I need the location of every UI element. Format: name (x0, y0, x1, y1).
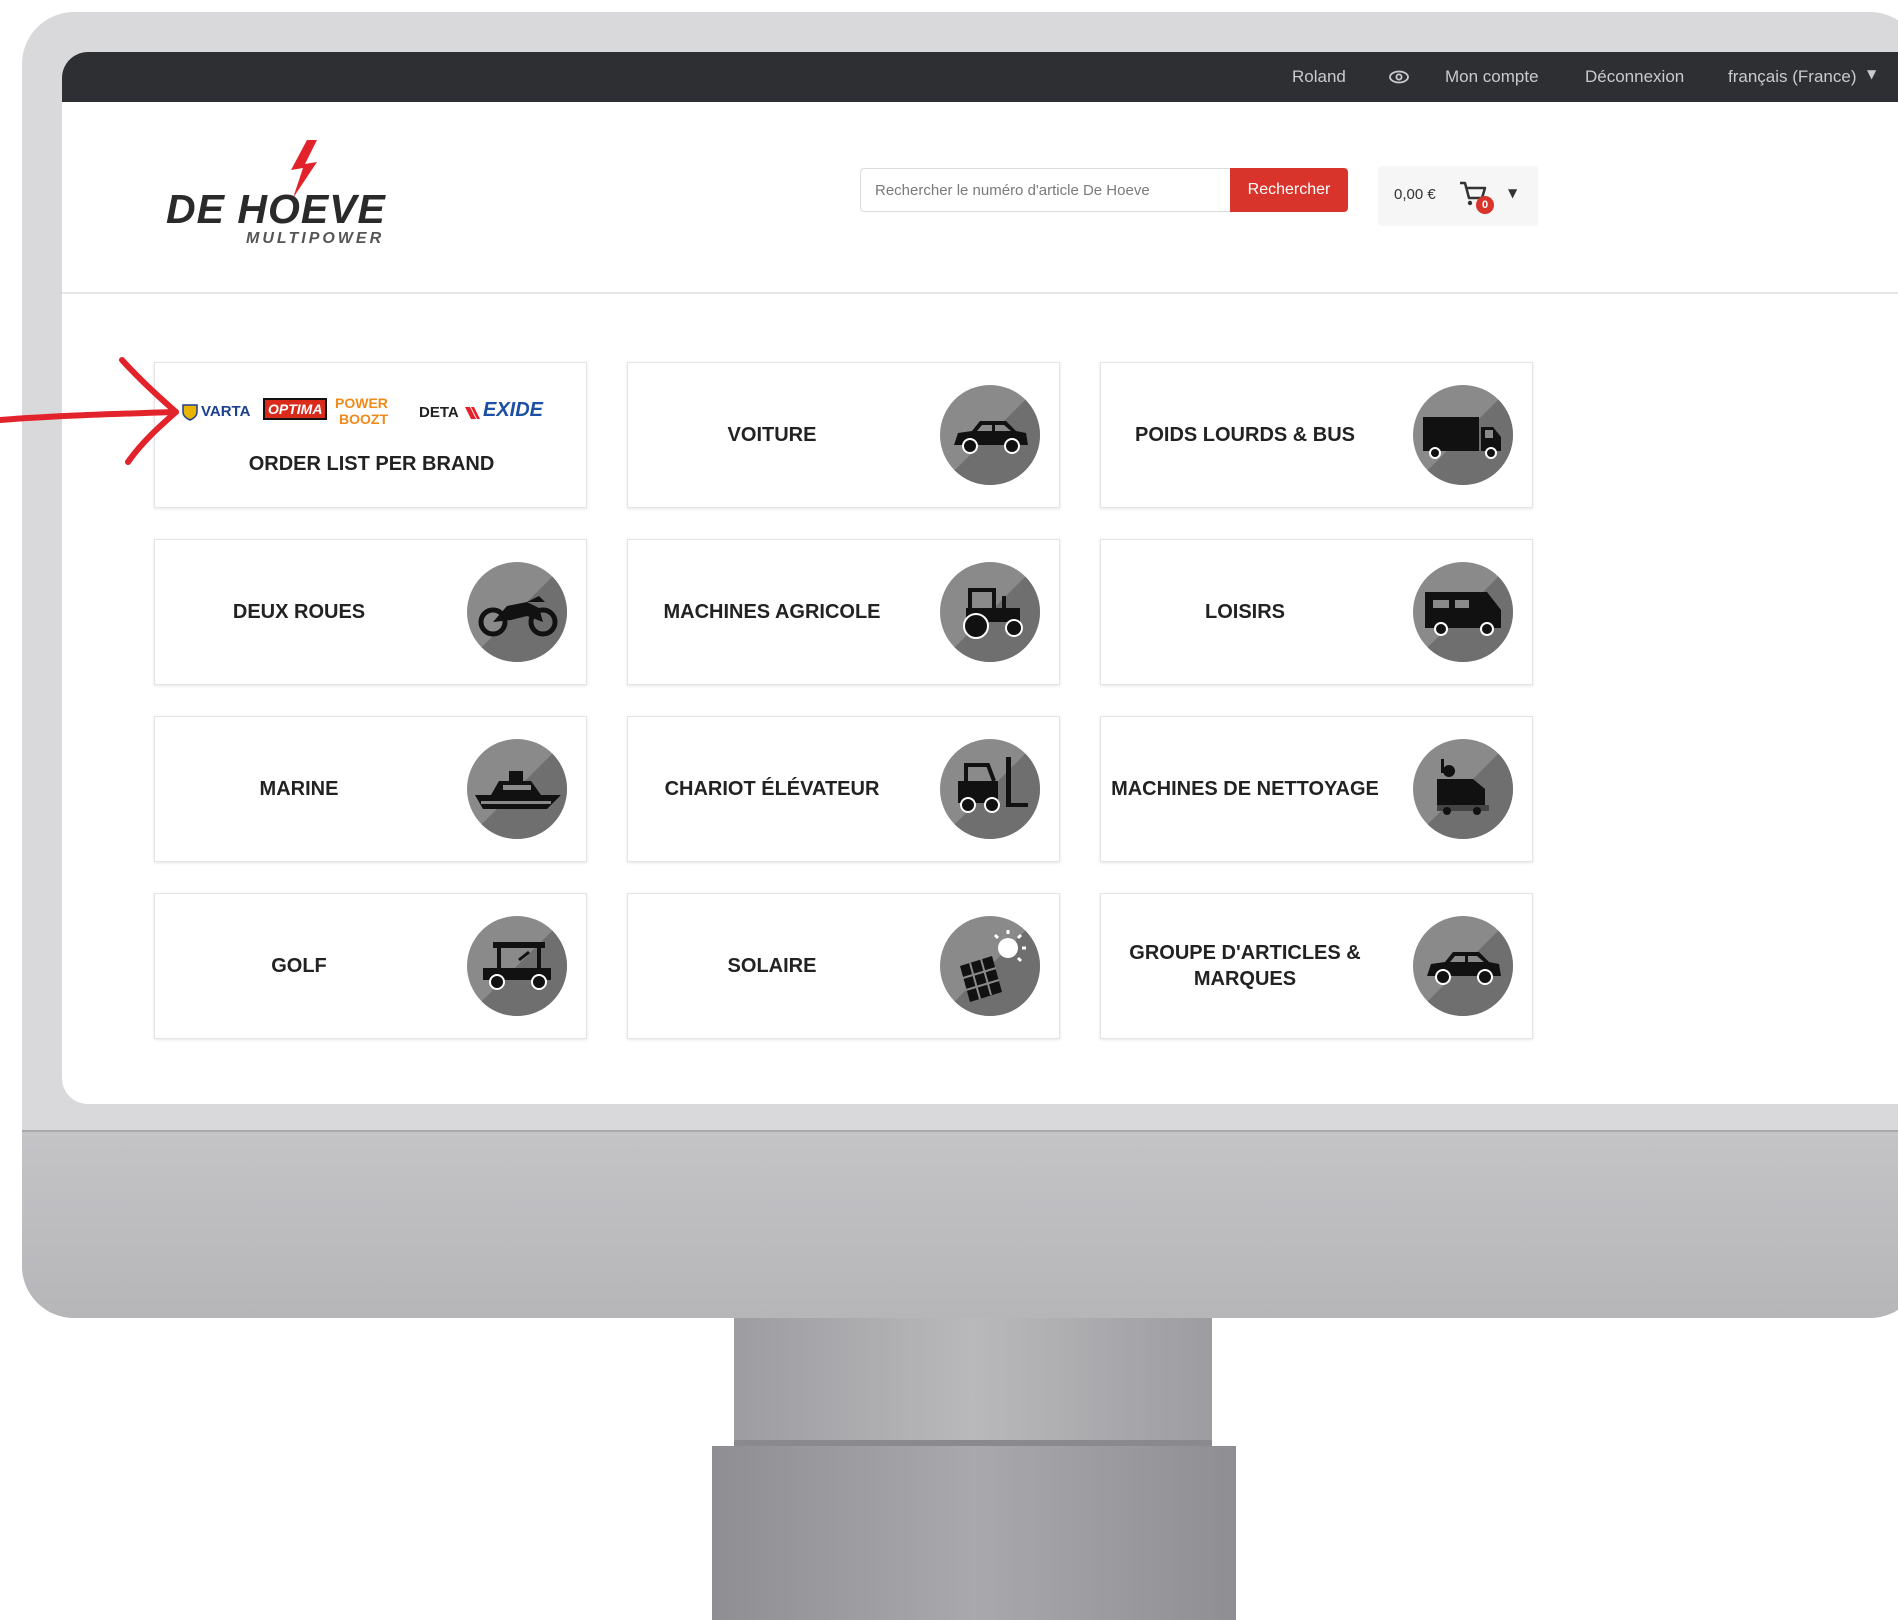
chevron-down-icon: ▼ (1508, 186, 1518, 200)
category-label: DEUX ROUES (232, 601, 366, 623)
red-arrow-annotation-icon (0, 357, 179, 465)
monitor-chin (22, 1130, 1898, 1318)
car-icon (1413, 916, 1513, 1016)
category-label: MACHINES AGRICOLE (663, 601, 881, 623)
brand-exide: EXIDE (483, 399, 544, 421)
category-label: GROUPE D'ARTICLES & MARQUES (1129, 942, 1361, 990)
language-selector[interactable]: français (France) (1728, 52, 1856, 102)
forklift-icon (940, 739, 1040, 839)
brand-optima: OPTIMA (263, 398, 328, 420)
logo[interactable]: DE HOEVE MULTIPOWER (162, 140, 462, 250)
chevron-down-icon[interactable]: ▼ (1867, 67, 1876, 81)
category-card-machines-de-nettoyage[interactable]: MACHINES DE NETTOYAGE (1100, 716, 1533, 862)
motorcycle-icon (467, 562, 567, 662)
my-account-link[interactable]: Mon compte (1445, 52, 1539, 102)
top-bar: Roland Mon compte Déconnexion français (… (62, 52, 1898, 102)
category-label: MACHINES DE NETTOYAGE (1111, 778, 1379, 800)
category-card-poids-lourds-bus[interactable]: POIDS LOURDS & BUS (1100, 362, 1533, 508)
truck-icon (1413, 385, 1513, 485)
order-list-per-brand-label: ORDER LIST PER BRAND (248, 453, 495, 475)
category-label: POIDS LOURDS & BUS (1134, 424, 1356, 446)
cart-total: 0,00 € (1394, 186, 1436, 203)
logo-name: DE HOEVE (166, 186, 386, 232)
category-card-machines-agricole[interactable]: MACHINES AGRICOLE (627, 539, 1060, 685)
user-name-link[interactable]: Roland (1292, 52, 1346, 102)
category-grid: VARTA OPTIMA POWER BOOZT DETA EXIDE ORDE… (154, 362, 1574, 1084)
cleaning-machine-icon (1413, 739, 1513, 839)
eye-icon[interactable] (1387, 65, 1411, 89)
camper-icon (1413, 562, 1513, 662)
monitor-stand-neck (734, 1318, 1212, 1446)
category-card-deux-roues[interactable]: DEUX ROUES (154, 539, 587, 685)
brand-logos: VARTA OPTIMA POWER BOOZT DETA EXIDE (181, 395, 561, 431)
order-list-per-brand-card[interactable]: VARTA OPTIMA POWER BOOZT DETA EXIDE ORDE… (154, 362, 587, 508)
cart-dropdown[interactable]: 0,00 € 0 ▼ (1378, 166, 1538, 226)
category-card-marine[interactable]: MARINE (154, 716, 587, 862)
category-label: LOISIRS (1204, 601, 1285, 623)
logout-link[interactable]: Déconnexion (1585, 52, 1684, 102)
category-label: VOITURE (727, 424, 817, 446)
category-label: CHARIOT ÉLÉVATEUR (664, 778, 880, 800)
car-icon (940, 385, 1040, 485)
logo-subtitle: MULTIPOWER (246, 230, 385, 247)
cart-count-badge: 0 (1476, 196, 1494, 214)
solar-panel-icon (940, 916, 1040, 1016)
search-button[interactable]: Rechercher (1230, 168, 1348, 212)
category-label: SOLAIRE (727, 955, 817, 977)
monitor-stand-base (712, 1446, 1236, 1620)
boat-icon (467, 739, 567, 839)
deta-stripes-icon (465, 407, 480, 419)
category-card-voiture[interactable]: VOITURE (627, 362, 1060, 508)
category-card-golf[interactable]: GOLF (154, 893, 587, 1039)
tractor-icon (940, 562, 1040, 662)
category-label: MARINE (259, 778, 339, 800)
category-card-groupe-articles-marques[interactable]: GROUPE D'ARTICLES & MARQUES (1100, 893, 1533, 1039)
search-input[interactable] (860, 168, 1230, 212)
monitor-chin-divider (22, 1130, 1898, 1132)
brand-deta: DETA (419, 404, 459, 421)
brand-powerboozt-2: BOOZT (339, 411, 388, 427)
category-card-solaire[interactable]: SOLAIRE (627, 893, 1060, 1039)
category-card-chariot-elevateur[interactable]: CHARIOT ÉLÉVATEUR (627, 716, 1060, 862)
category-label: GOLF (271, 955, 327, 977)
monitor-screen: Roland Mon compte Déconnexion français (… (62, 52, 1898, 1104)
golf-cart-icon (467, 916, 567, 1016)
brand-varta: VARTA (201, 403, 251, 420)
category-card-loisirs[interactable]: LOISIRS (1100, 539, 1533, 685)
